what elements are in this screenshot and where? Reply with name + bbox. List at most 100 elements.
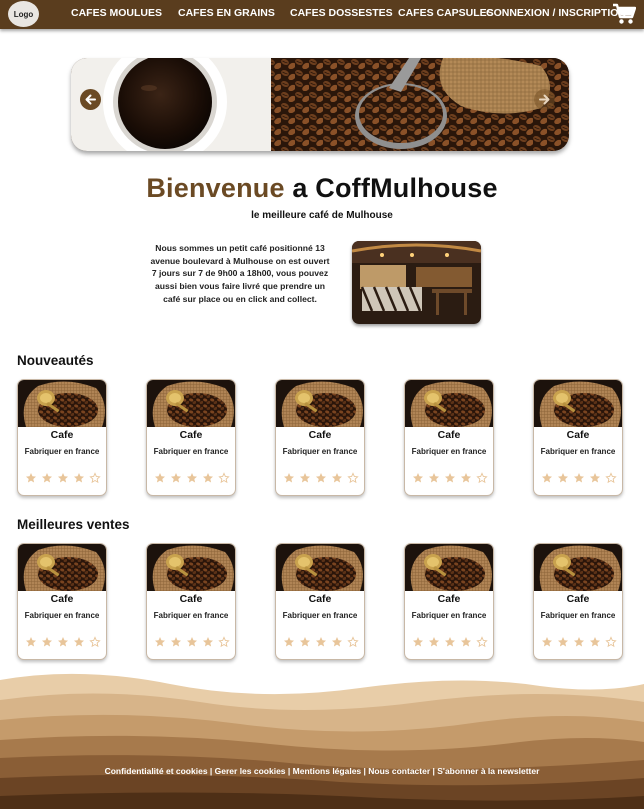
footer-link-legal[interactable]: Mentions légales [293,766,362,776]
star-icon [558,637,568,647]
product-origin: Fabriquer en france [411,611,487,620]
star-icon [590,637,600,647]
product-name: Cafe [308,429,332,441]
welcome-heading: Bienvenue a CoffMulhouse [0,173,644,204]
product-origin: Fabriquer en france [24,447,100,456]
product-rating [154,636,230,648]
star-icon [187,473,197,483]
star-outline-icon [347,636,359,648]
product-name: Cafe [566,429,590,441]
product-origin: Fabriquer en france [540,611,616,620]
hero-banner [71,58,569,151]
welcome-subtitle: le meilleure café de Mulhouse [251,210,393,221]
star-outline-icon [476,472,488,484]
star-icon [332,637,342,647]
arrow-left-icon[interactable] [80,89,101,110]
nav-link-login[interactable]: CONNEXION / INSCRIPTION [486,7,626,19]
star-icon [203,637,213,647]
star-icon [574,473,584,483]
product-image[interactable] [18,380,106,427]
product-card[interactable]: Cafe Fabriquer en france [17,379,107,496]
product-name: Cafe [179,593,203,605]
star-icon [58,637,68,647]
star-icon [574,637,584,647]
star-icon [155,637,165,647]
product-card[interactable]: Cafe Fabriquer en france [404,379,494,496]
product-image[interactable] [18,544,106,591]
product-card[interactable]: Cafe Fabriquer en france [275,379,365,496]
product-image[interactable] [405,380,493,427]
star-outline-icon [347,472,359,484]
footer-separator: | [285,766,293,776]
star-icon [187,637,197,647]
star-icon [429,473,439,483]
welcome-word: Bienvenue [146,173,285,203]
product-rating [412,472,488,484]
product-card[interactable]: Cafe Fabriquer en france [533,543,623,660]
footer [0,672,644,809]
product-image[interactable] [147,380,235,427]
star-icon [26,473,36,483]
product-image[interactable] [147,544,235,591]
product-image[interactable] [405,544,493,591]
star-icon [171,473,181,483]
product-image[interactable] [276,544,364,591]
product-name: Cafe [437,593,461,605]
star-icon [316,637,326,647]
star-icon [316,473,326,483]
star-icon [332,473,342,483]
star-icon [42,637,52,647]
product-card[interactable]: Cafe Fabriquer en france [533,379,623,496]
star-outline-icon [218,636,230,648]
welcome-brand: a CoffMulhouse [292,173,498,203]
star-icon [542,637,552,647]
product-name: Cafe [437,429,461,441]
footer-links: Confidentialité et cookies | Gerer les c… [0,766,644,776]
product-rating [25,636,101,648]
product-rating [283,636,359,648]
star-outline-icon [476,636,488,648]
star-outline-icon [605,472,617,484]
product-rating [541,636,617,648]
footer-link-cookies[interactable]: Gerer les cookies [215,766,286,776]
product-origin: Fabriquer en france [282,611,358,620]
star-icon [203,473,213,483]
footer-dunes-image [0,672,644,809]
product-card[interactable]: Cafe Fabriquer en france [404,543,494,660]
logo[interactable]: Logo [8,1,39,27]
product-origin: Fabriquer en france [153,611,229,620]
top-navbar: Logo CAFES MOULUES CAFES EN GRAINS CAFES… [0,0,644,29]
product-name: Cafe [566,593,590,605]
hero-coffee-image [71,58,569,151]
arrow-right-icon[interactable] [534,89,555,110]
star-icon [300,637,310,647]
product-image[interactable] [534,380,622,427]
star-outline-icon [605,636,617,648]
star-icon [300,473,310,483]
product-image[interactable] [534,544,622,591]
footer-link-privacy[interactable]: Confidentialité et cookies [105,766,208,776]
star-outline-icon [89,472,101,484]
nav-link-cafes-capsules[interactable]: CAFES CAPSULES [398,7,494,19]
nav-link-cafes-en-grains[interactable]: CAFES EN GRAINS [178,7,275,19]
star-icon [413,473,423,483]
star-icon [461,473,471,483]
product-card[interactable]: Cafe Fabriquer en france [146,379,236,496]
cart-icon[interactable] [612,3,636,25]
footer-link-newsletter[interactable]: S'abonner à la newsletter [437,766,539,776]
star-icon [42,473,52,483]
product-name: Cafe [179,429,203,441]
product-origin: Fabriquer en france [411,447,487,456]
section-title-new: Nouveautés [17,353,94,368]
product-rating [154,472,230,484]
product-card[interactable]: Cafe Fabriquer en france [17,543,107,660]
nav-link-cafes-moulues[interactable]: CAFES MOULUES [71,7,162,19]
product-card[interactable]: Cafe Fabriquer en france [275,543,365,660]
star-outline-icon [218,472,230,484]
footer-link-contact[interactable]: Nous contacter [368,766,430,776]
product-image[interactable] [276,380,364,427]
product-rating [412,636,488,648]
nav-link-cafes-dossestes[interactable]: CAFES DOSSESTES [290,7,393,19]
product-card[interactable]: Cafe Fabriquer en france [146,543,236,660]
section-title-best: Meilleures ventes [17,517,130,532]
